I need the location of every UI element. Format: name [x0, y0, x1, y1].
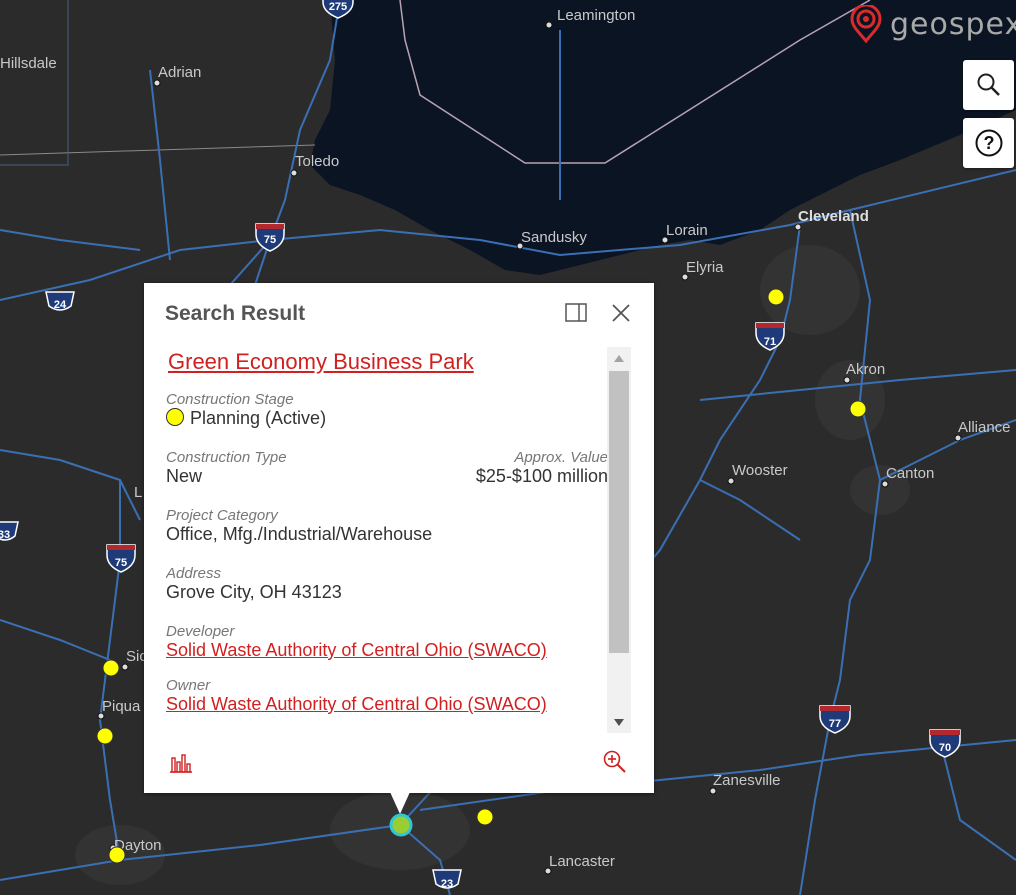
city-label: Akron — [846, 361, 885, 378]
search-result-popup: Search Result Green Economy Business Par… — [144, 283, 654, 793]
owner-section: Owner Solid Waste Authority of Central O… — [166, 677, 608, 715]
construction-stage-section: Construction Stage Planning (Active) — [166, 391, 608, 429]
close-icon — [612, 304, 630, 322]
developer-section: Developer Solid Waste Authority of Centr… — [166, 623, 608, 661]
field-label: Construction Type — [166, 449, 287, 466]
project-marker[interactable] — [767, 288, 785, 306]
chart-button[interactable] — [168, 749, 194, 775]
address-value: Grove City, OH 43123 — [166, 582, 342, 602]
city-label: Toledo — [295, 153, 339, 170]
svg-text:?: ? — [983, 133, 994, 153]
city-label: Piqua — [102, 698, 141, 715]
field-label: Construction Stage — [166, 391, 294, 408]
scrollbar-thumb[interactable] — [609, 371, 629, 653]
logo-text: geospex — [890, 6, 1016, 42]
city-label: Adrian — [158, 64, 201, 81]
svg-text:70: 70 — [939, 742, 951, 754]
popup-content: Green Economy Business Park Construction… — [166, 345, 608, 735]
svg-text:23: 23 — [441, 878, 453, 890]
dock-button[interactable] — [564, 301, 588, 325]
svg-text:71: 71 — [764, 336, 776, 348]
stage-status-dot — [166, 408, 184, 426]
city-label: Leamington — [557, 7, 635, 24]
approx-value: $25-$100 million — [475, 466, 608, 486]
help-button[interactable]: ? — [963, 118, 1014, 168]
project-category-section: Project Category Office, Mfg./Industrial… — [166, 507, 608, 545]
city-label: Alliance — [958, 419, 1011, 436]
svg-text:275: 275 — [329, 1, 347, 13]
svg-text:75: 75 — [264, 234, 276, 246]
field-label: Owner — [166, 677, 211, 694]
field-label: Project Category — [166, 507, 278, 524]
address-section: Address Grove City, OH 43123 — [166, 565, 608, 603]
city-label: Wooster — [732, 462, 788, 479]
location-pin-icon — [850, 5, 882, 43]
geospex-logo: geospex ™ — [848, 2, 1016, 46]
popup-scrollbar[interactable] — [607, 347, 631, 733]
city-label: Elyria — [686, 259, 724, 276]
svg-text:77: 77 — [829, 718, 841, 730]
project-marker[interactable] — [849, 400, 867, 418]
popup-title: Search Result — [165, 302, 306, 325]
project-marker[interactable] — [96, 727, 114, 745]
selected-project-marker[interactable] — [389, 813, 413, 837]
project-marker[interactable] — [108, 846, 126, 864]
city-label: Cleveland — [798, 208, 869, 225]
scroll-up-icon[interactable] — [614, 355, 624, 362]
dock-panel-icon — [565, 303, 587, 322]
field-label: Developer — [166, 623, 235, 640]
search-icon — [977, 73, 1000, 96]
close-button[interactable] — [609, 301, 633, 325]
city-label: Canton — [886, 465, 934, 482]
svg-text:24: 24 — [54, 299, 67, 311]
construction-stage-value: Planning (Active) — [190, 408, 327, 428]
city-label: L — [134, 484, 142, 501]
city-label: Lorain — [666, 222, 708, 239]
search-button[interactable] — [963, 60, 1014, 110]
city-label: Zanesville — [713, 772, 781, 789]
svg-text:33: 33 — [0, 529, 10, 541]
project-category-value: Office, Mfg./Industrial/Warehouse — [166, 524, 433, 544]
city-label: Hillsdale — [0, 55, 57, 72]
owner-link[interactable]: Solid Waste Authority of Central Ohio (S… — [166, 694, 608, 715]
city-label: Lancaster — [549, 853, 615, 870]
construction-type-value: New — [166, 466, 203, 486]
svg-text:75: 75 — [115, 557, 127, 569]
field-label: Address — [166, 565, 222, 582]
scroll-down-icon[interactable] — [614, 719, 624, 726]
zoom-in-icon — [603, 750, 626, 773]
popup-pointer — [390, 792, 410, 814]
project-title-link[interactable]: Green Economy Business Park — [168, 349, 608, 375]
city-label: Sandusky — [521, 229, 587, 246]
project-marker[interactable] — [102, 659, 120, 677]
zoom-to-button[interactable] — [602, 749, 628, 775]
help-icon: ? — [975, 129, 1002, 157]
developer-link[interactable]: Solid Waste Authority of Central Ohio (S… — [166, 640, 608, 661]
field-label: Approx. Value — [514, 449, 608, 466]
project-marker[interactable] — [476, 808, 494, 826]
bar-chart-icon — [170, 754, 192, 773]
construction-type-section: Construction Type New Approx. Value $25-… — [166, 449, 608, 487]
